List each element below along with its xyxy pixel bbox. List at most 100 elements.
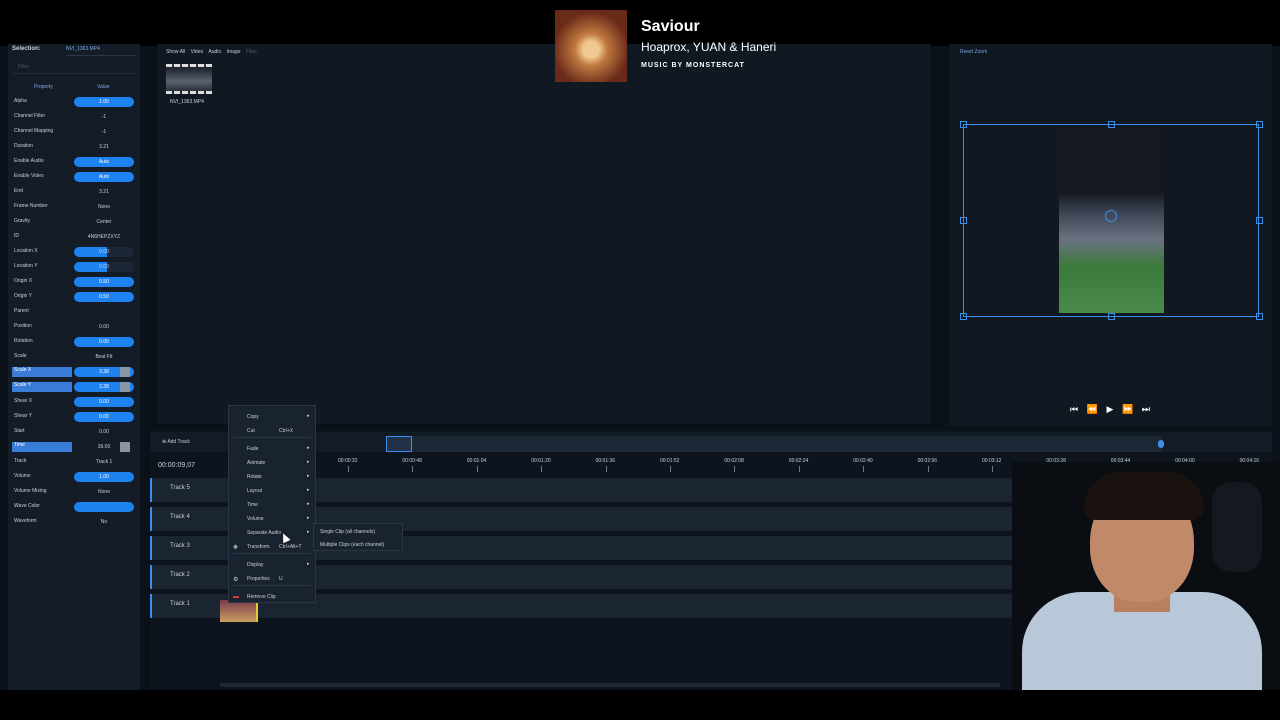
menu-item-remove-clip[interactable]: Remove Clip ▬ bbox=[229, 591, 315, 603]
rewind-icon[interactable]: ⏪ bbox=[1087, 404, 1098, 418]
property-value[interactable]: 0.00 bbox=[74, 247, 134, 257]
transform-handle[interactable] bbox=[960, 121, 967, 128]
property-value[interactable]: 0.00 bbox=[74, 337, 134, 347]
property-row[interactable]: Channel Mapping -1 bbox=[8, 126, 140, 138]
add-track-button[interactable]: ⊕ Add Track bbox=[162, 439, 190, 445]
track-header[interactable]: Track 1 bbox=[150, 594, 220, 618]
property-row[interactable]: Location X 0.00 bbox=[8, 246, 140, 258]
play-icon[interactable]: ▶ bbox=[1107, 404, 1114, 418]
property-value[interactable] bbox=[74, 307, 134, 317]
fast-forward-icon[interactable]: ⏩ bbox=[1122, 404, 1133, 418]
property-row[interactable]: Frame Number None bbox=[8, 201, 140, 213]
property-value[interactable]: 0.50 bbox=[74, 277, 134, 287]
property-value[interactable]: Best Fit bbox=[74, 352, 134, 362]
jump-start-icon[interactable]: ⏮ bbox=[1070, 404, 1078, 418]
property-row[interactable]: Rotation 0.00 bbox=[8, 336, 140, 348]
transform-handle[interactable] bbox=[1108, 313, 1115, 320]
transform-handle[interactable] bbox=[960, 313, 967, 320]
property-row[interactable]: Waveform No bbox=[8, 516, 140, 528]
transform-handle[interactable] bbox=[1256, 217, 1263, 224]
value-column-header[interactable]: Value bbox=[97, 84, 109, 90]
menu-item-time[interactable]: Time ▸ bbox=[229, 499, 315, 511]
scrubber-handle[interactable] bbox=[386, 436, 412, 452]
property-value[interactable]: Auto bbox=[74, 157, 134, 167]
tab-audio[interactable]: Audio bbox=[208, 49, 221, 55]
property-value[interactable]: 4N6HEPZXYZ bbox=[74, 232, 134, 242]
property-row[interactable]: Scale X 3.38 bbox=[8, 366, 140, 378]
track-header[interactable]: Track 3 bbox=[150, 536, 220, 560]
property-row[interactable]: ID 4N6HEPZXYZ bbox=[8, 231, 140, 243]
menu-item-layout[interactable]: Layout ▸ bbox=[229, 485, 315, 497]
property-value[interactable]: 1.00 bbox=[74, 97, 134, 107]
property-row[interactable]: Duration 3.21 bbox=[8, 141, 140, 153]
property-value[interactable]: Auto bbox=[74, 172, 134, 182]
property-value[interactable]: 3.21 bbox=[74, 187, 134, 197]
transform-handle[interactable] bbox=[960, 217, 967, 224]
property-value[interactable]: None bbox=[74, 202, 134, 212]
menu-item-multiple-clips[interactable]: Multiple Clips (each channel) bbox=[320, 542, 384, 548]
property-row[interactable]: Parent bbox=[8, 306, 140, 318]
menu-item-rotate[interactable]: Rotate ▸ bbox=[229, 471, 315, 483]
tab-video[interactable]: Video bbox=[191, 49, 204, 55]
menu-item-fade[interactable]: Fade ▸ bbox=[229, 443, 315, 455]
tab-image[interactable]: Image bbox=[227, 49, 241, 55]
property-value[interactable]: 0.00 bbox=[74, 397, 134, 407]
timeline-scrollbar[interactable] bbox=[220, 683, 1000, 687]
property-row[interactable]: Enable Audio Auto bbox=[8, 156, 140, 168]
video-clip[interactable] bbox=[220, 600, 258, 622]
property-row[interactable]: Origin Y 0.50 bbox=[8, 291, 140, 303]
menu-item-separate-audio[interactable]: Separate Audio ▸ bbox=[229, 527, 315, 539]
property-row[interactable]: Alpha 1.00 bbox=[8, 96, 140, 108]
property-value[interactable]: None bbox=[74, 487, 134, 497]
keyframe-icon[interactable] bbox=[120, 382, 130, 392]
property-row[interactable]: Volume 1.00 bbox=[8, 471, 140, 483]
property-row[interactable]: Shear Y 0.00 bbox=[8, 411, 140, 423]
property-row[interactable]: Wave Color bbox=[8, 501, 140, 513]
menu-item-volume[interactable]: Volume ▸ bbox=[229, 513, 315, 525]
property-row[interactable]: Scale Y 3.38 bbox=[8, 381, 140, 393]
property-row[interactable]: Location Y 0.00 bbox=[8, 261, 140, 273]
menu-item-cut[interactable]: Cut Ctrl+X bbox=[229, 425, 315, 437]
property-row[interactable]: Volume Mixing None bbox=[8, 486, 140, 498]
property-value[interactable]: 1.00 bbox=[74, 472, 134, 482]
property-value[interactable]: Center bbox=[74, 217, 134, 227]
property-value[interactable]: No bbox=[74, 517, 134, 527]
transform-handle[interactable] bbox=[1256, 121, 1263, 128]
property-row[interactable]: End 3.21 bbox=[8, 186, 140, 198]
menu-item-animate[interactable]: Animate ▸ bbox=[229, 457, 315, 469]
menu-item-copy[interactable]: Copy ▸ bbox=[229, 411, 315, 423]
transform-handle[interactable] bbox=[1256, 313, 1263, 320]
property-value[interactable]: 0.00 bbox=[74, 427, 134, 437]
property-value[interactable]: -1 bbox=[74, 127, 134, 137]
scrubber-end-handle[interactable] bbox=[1158, 440, 1164, 448]
files-filter-input[interactable]: Filter bbox=[246, 49, 257, 55]
property-row[interactable]: Position 0.00 bbox=[8, 321, 140, 333]
property-value[interactable]: 0.00 bbox=[74, 412, 134, 422]
menu-item-properties[interactable]: Properties U ⚙ bbox=[229, 573, 315, 585]
menu-item-display[interactable]: Display ▸ bbox=[229, 559, 315, 571]
property-row[interactable]: Gravity Center bbox=[8, 216, 140, 228]
transform-handle[interactable] bbox=[1108, 121, 1115, 128]
property-row[interactable]: Track Track 1 bbox=[8, 456, 140, 468]
property-value[interactable]: 0.50 bbox=[74, 292, 134, 302]
keyframe-icon[interactable] bbox=[120, 367, 130, 377]
jump-end-icon[interactable]: ⏭ bbox=[1142, 404, 1150, 418]
timeline-scrubber[interactable] bbox=[386, 436, 1162, 452]
property-row[interactable]: Channel Filter -1 bbox=[8, 111, 140, 123]
tab-show-all[interactable]: Show All bbox=[166, 49, 185, 55]
keyframe-icon[interactable] bbox=[120, 442, 130, 452]
selection-dropdown[interactable]: NVI_1363.MP4 bbox=[66, 46, 136, 56]
track-header[interactable]: Track 2 bbox=[150, 565, 220, 589]
property-value[interactable]: Track 1 bbox=[74, 457, 134, 467]
property-row[interactable]: Scale Best Fit bbox=[8, 351, 140, 363]
property-value[interactable] bbox=[74, 502, 134, 512]
property-row[interactable]: Enable Video Auto bbox=[8, 171, 140, 183]
menu-item-transform[interactable]: Transform Ctrl+Alt+T ✥ bbox=[229, 541, 315, 553]
property-row[interactable]: Start 0.00 bbox=[8, 426, 140, 438]
reset-zoom-button[interactable]: Reset Zoom bbox=[960, 49, 987, 55]
track-header[interactable]: Track 5 bbox=[150, 478, 220, 502]
file-thumbnail[interactable] bbox=[166, 64, 212, 94]
property-row[interactable]: Shear X 0.00 bbox=[8, 396, 140, 408]
track-header[interactable]: Track 4 bbox=[150, 507, 220, 531]
property-column-header[interactable]: Property bbox=[34, 84, 53, 90]
